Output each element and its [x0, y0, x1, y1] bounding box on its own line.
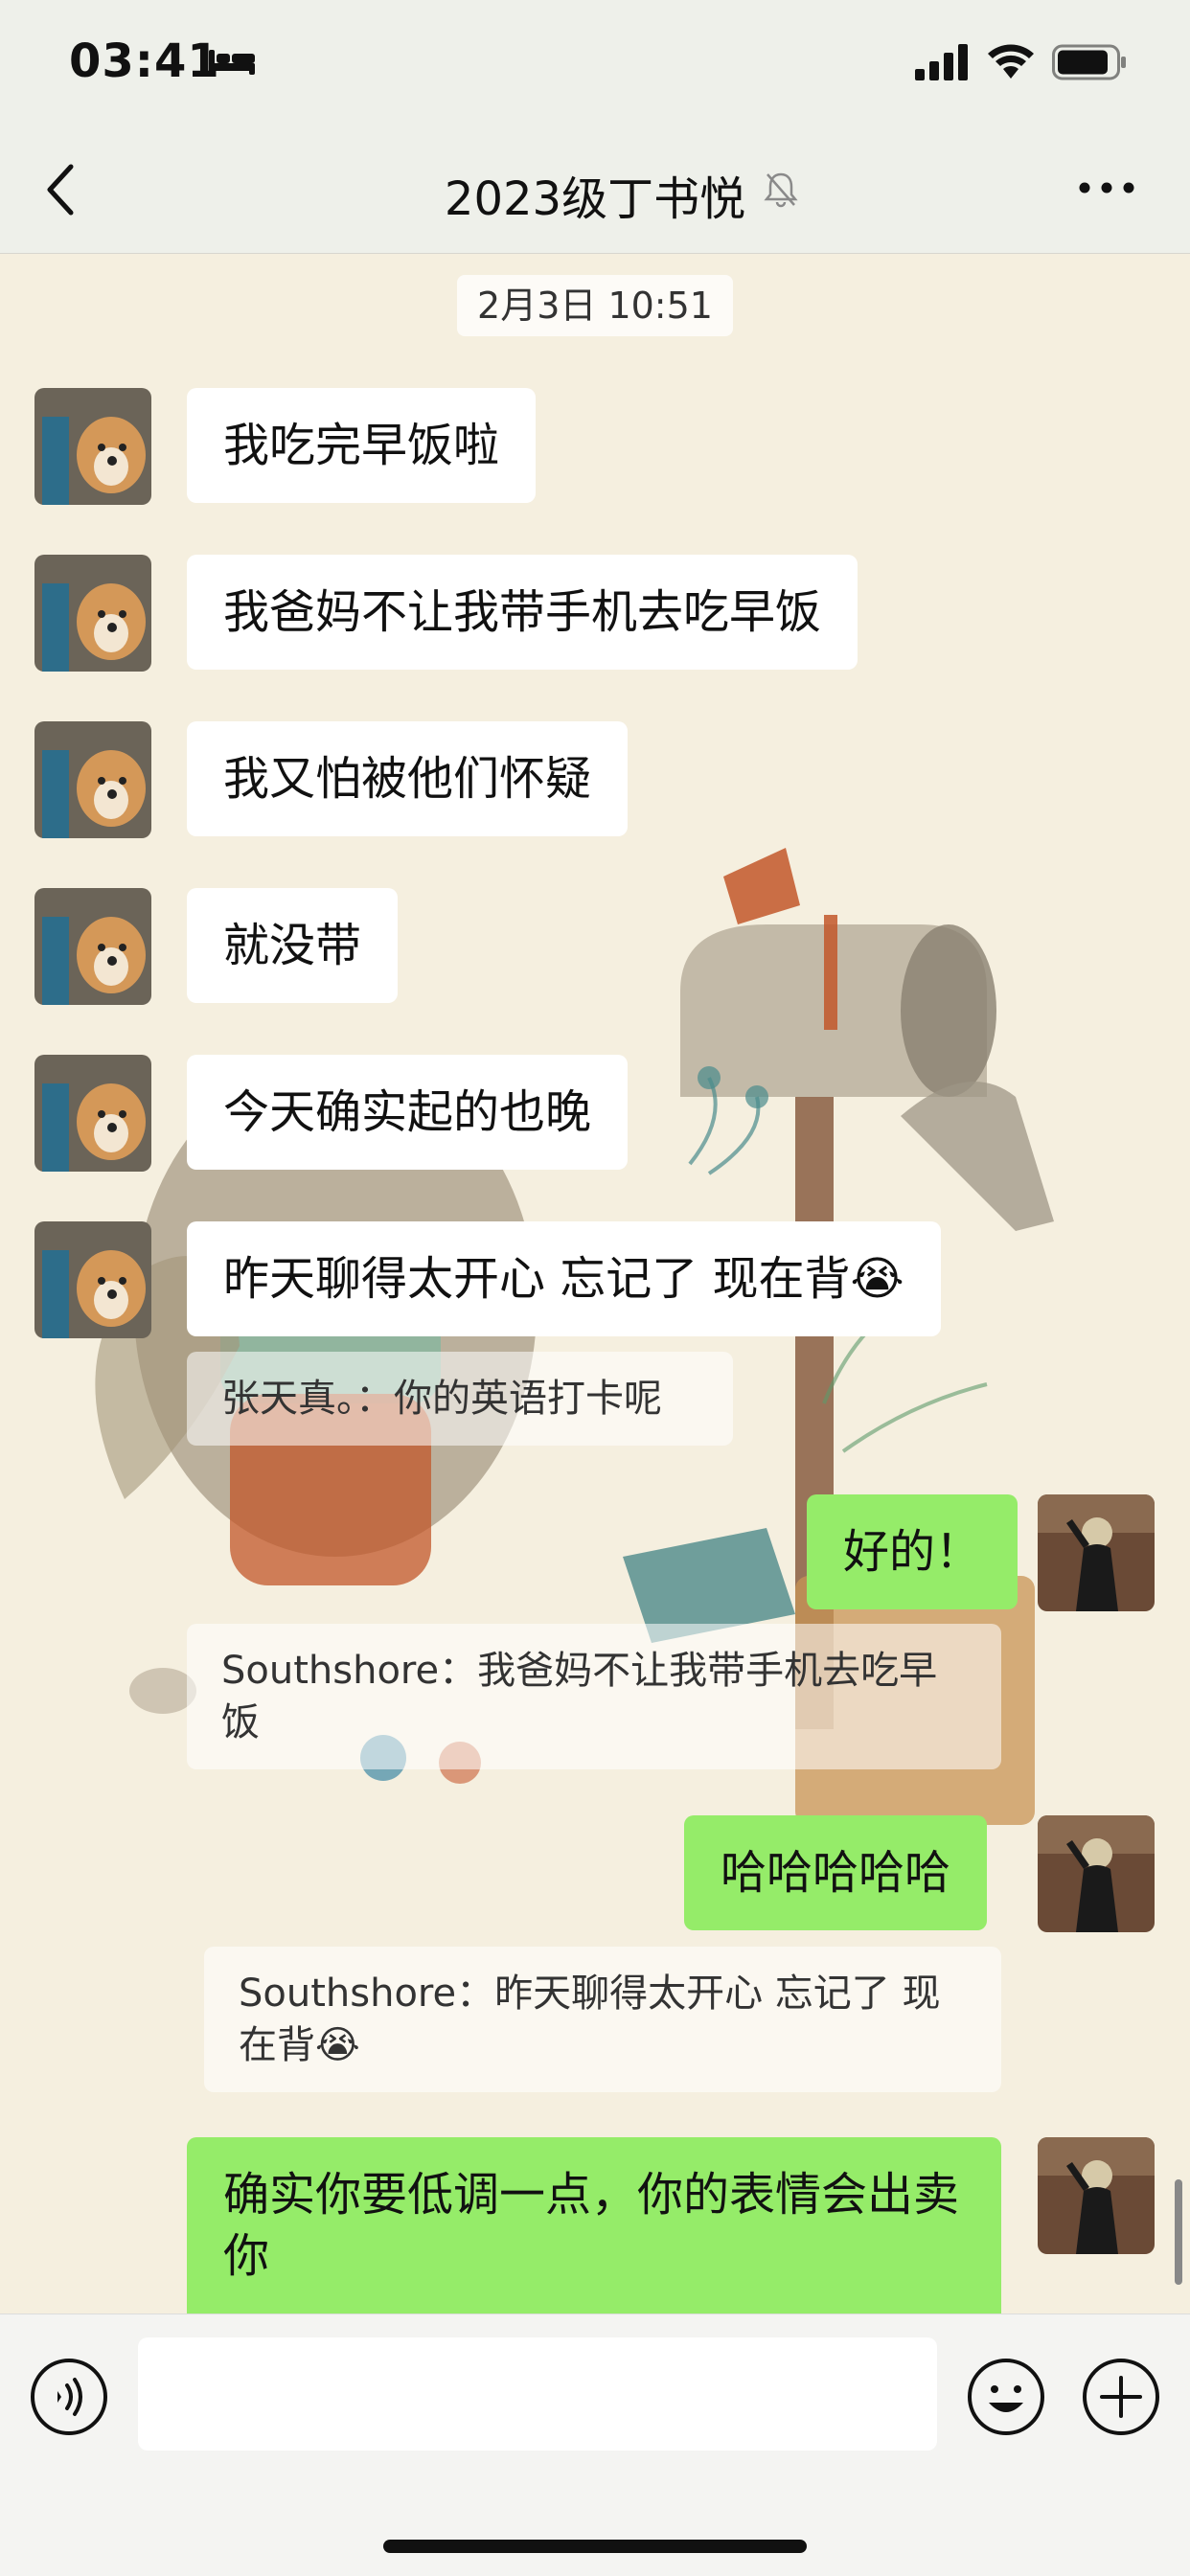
message-bubble[interactable]: 我又怕被他们怀疑 — [187, 721, 629, 836]
message-input[interactable] — [138, 2337, 937, 2451]
message-timestamp: 2月3日 10:51 — [457, 275, 733, 336]
contact-avatar[interactable] — [34, 888, 151, 1005]
nav-bar: 2023级丁书悦 — [0, 125, 1190, 254]
contact-avatar[interactable] — [34, 388, 151, 505]
message-bubble[interactable]: 确实你要低调一点，你的表情会出卖你 — [187, 2137, 1001, 2314]
message-bubble[interactable]: 我爸妈不让我带手机去吃早饭 — [187, 555, 858, 670]
plus-icon[interactable] — [1081, 2357, 1161, 2437]
message-bubble[interactable]: 哈哈哈哈哈 — [684, 1815, 988, 1930]
input-bar — [0, 2314, 1190, 2576]
battery-icon — [1052, 44, 1126, 80]
more-options-icon[interactable] — [1078, 180, 1135, 195]
contact-avatar[interactable] — [34, 1055, 151, 1172]
message-bubble[interactable]: 今天确实起的也晚 — [187, 1055, 629, 1170]
chat-title: 2023级丁书悦 — [444, 172, 746, 226]
emoji-icon[interactable] — [966, 2357, 1046, 2437]
wifi-icon — [988, 44, 1034, 79]
mute-bell-icon — [764, 172, 798, 208]
my-avatar[interactable] — [1038, 2137, 1155, 2254]
contact-avatar[interactable] — [34, 721, 151, 838]
contact-avatar[interactable] — [34, 555, 151, 672]
voice-input-icon[interactable] — [29, 2357, 109, 2437]
contact-avatar[interactable] — [34, 1221, 151, 1338]
message-bubble[interactable]: 好的！ — [807, 1494, 1018, 1609]
scroll-indicator[interactable] — [1175, 2179, 1182, 2285]
home-indicator[interactable] — [383, 2540, 807, 2553]
my-avatar[interactable] — [1038, 1815, 1155, 1932]
message-bubble[interactable]: 昨天聊得太开心 忘记了 现在背😭 — [187, 1221, 941, 1336]
my-avatar[interactable] — [1038, 1494, 1155, 1611]
status-bar: 03:41 — [0, 0, 1190, 125]
chat-area[interactable]: 2月3日 10:51 我吃完早饭啦 我爸妈不让我带手机去吃早饭 我又怕被他们怀疑… — [0, 254, 1190, 2314]
message-bubble[interactable]: 就没带 — [187, 888, 399, 1003]
bed-icon — [209, 50, 255, 75]
status-time: 03:41 — [69, 34, 220, 88]
message-bubble[interactable]: 我吃完早饭啦 — [187, 388, 537, 503]
signal-icon — [915, 44, 968, 80]
quoted-message[interactable]: 张天真。：你的英语打卡呢 — [187, 1352, 733, 1446]
quoted-message[interactable]: Southshore：昨天聊得太开心 忘记了 现在背😭 — [204, 1947, 1001, 2092]
quoted-message[interactable]: Southshore：我爸妈不让我带手机去吃早饭 — [187, 1624, 1001, 1769]
